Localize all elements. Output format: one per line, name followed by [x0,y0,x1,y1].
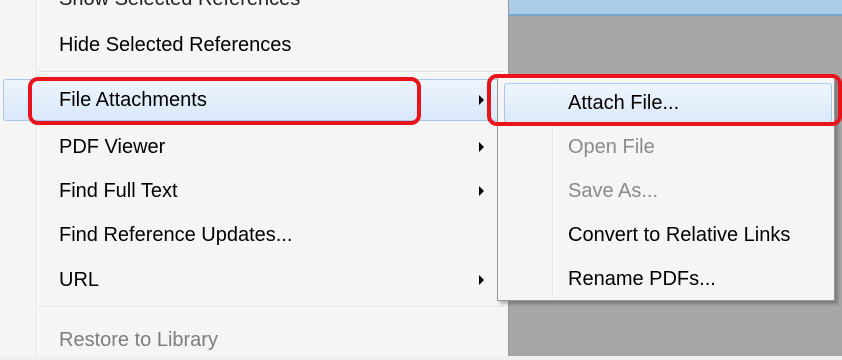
menu-item-file-attachments[interactable]: File Attachments [0,80,508,120]
menu-item-find-reference-updates[interactable]: Find Reference Updates... [0,215,508,255]
submenu-item-label: Convert to Relative Links [568,223,791,246]
menu-item-label: URL [59,268,100,291]
menu-item-label: Hide Selected References [59,33,292,56]
submenu-item-rename-pdfs[interactable]: Rename PDFs... [498,259,834,299]
file-attachments-submenu: Attach File... Open File Save As... Conv… [497,76,835,301]
menu-item-label: File Attachments [59,88,207,111]
submenu-item-open-file[interactable]: Open File [498,127,834,167]
menu-item-url[interactable]: URL [0,260,508,300]
menu-item-show-selected-references[interactable]: Show Selected References [59,0,300,8]
menu-item-find-full-text[interactable]: Find Full Text [0,171,508,211]
menu-item-hide-selected-references[interactable]: Hide Selected References [0,25,508,65]
submenu-item-attach-file[interactable]: Attach File... [498,83,834,123]
submenu-item-convert-to-relative-links[interactable]: Convert to Relative Links [498,215,834,255]
menu-separator [38,71,504,73]
submenu-arrow-icon [479,95,484,105]
background-toolbar-strip [508,0,842,16]
submenu-arrow-icon [479,142,484,152]
context-menu: Show Selected References Hide Selected R… [0,0,509,356]
submenu-item-label: Rename PDFs... [568,267,716,290]
submenu-item-label: Save As... [568,179,659,202]
menu-item-label: PDF Viewer [59,135,166,158]
menu-item-label: Find Full Text [59,179,178,202]
menu-item-label: Restore to Library [59,328,218,351]
submenu-item-label: Attach File... [568,91,680,114]
menu-item-restore-to-library[interactable]: Restore to Library [0,320,508,360]
submenu-arrow-icon [479,186,484,196]
menu-item-pdf-viewer[interactable]: PDF Viewer [0,127,508,167]
menu-separator [38,306,504,308]
submenu-arrow-icon [479,275,484,285]
menu-item-label: Find Reference Updates... [59,223,293,246]
submenu-item-save-as[interactable]: Save As... [498,171,834,211]
submenu-item-label: Open File [568,135,655,158]
